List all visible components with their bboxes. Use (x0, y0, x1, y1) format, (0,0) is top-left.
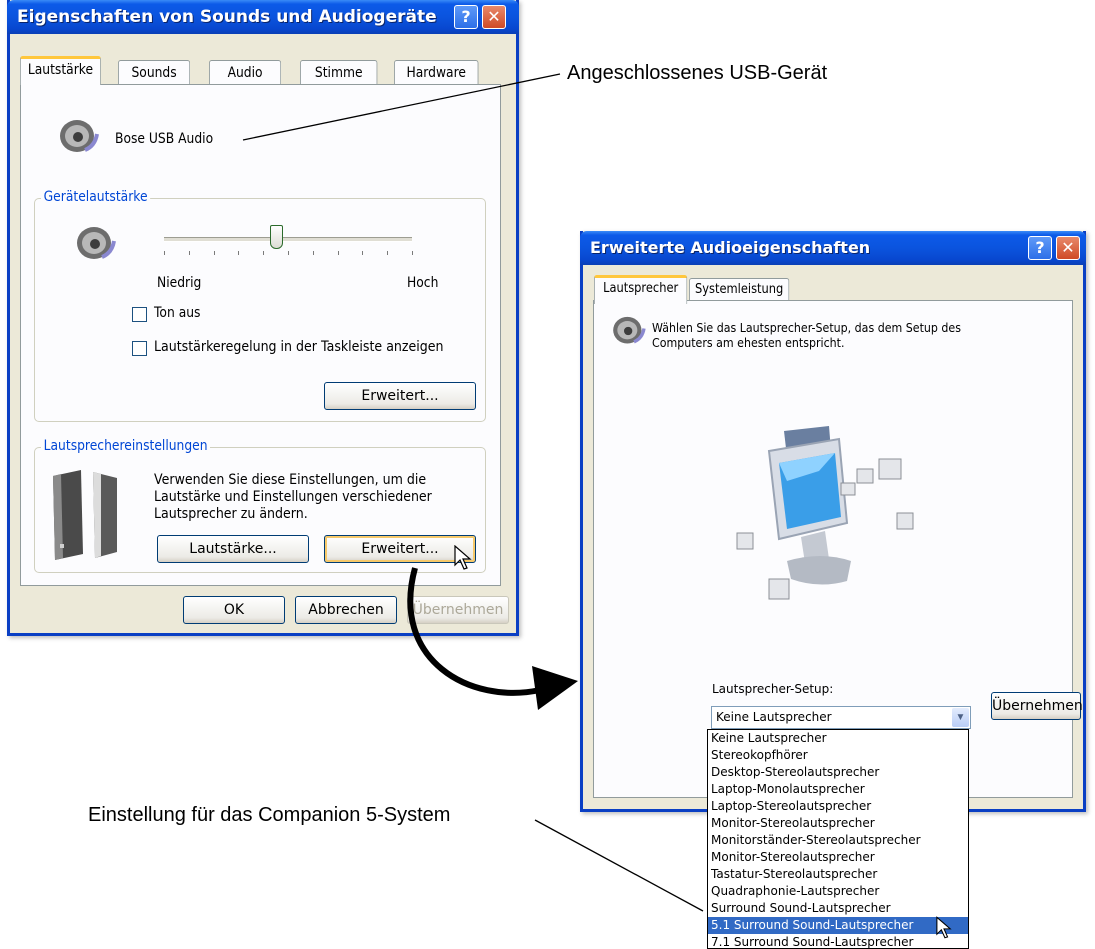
tab-lautstaerke[interactable]: Lautstärke (20, 56, 101, 85)
usb-callout-line (242, 73, 561, 141)
tab-lautsprecher[interactable]: Lautsprecher (594, 275, 688, 304)
flow-arrow-head (532, 666, 578, 710)
annotation-lines (242, 73, 704, 912)
companion-callout-line (534, 819, 704, 912)
flow-arrow (407, 567, 541, 696)
